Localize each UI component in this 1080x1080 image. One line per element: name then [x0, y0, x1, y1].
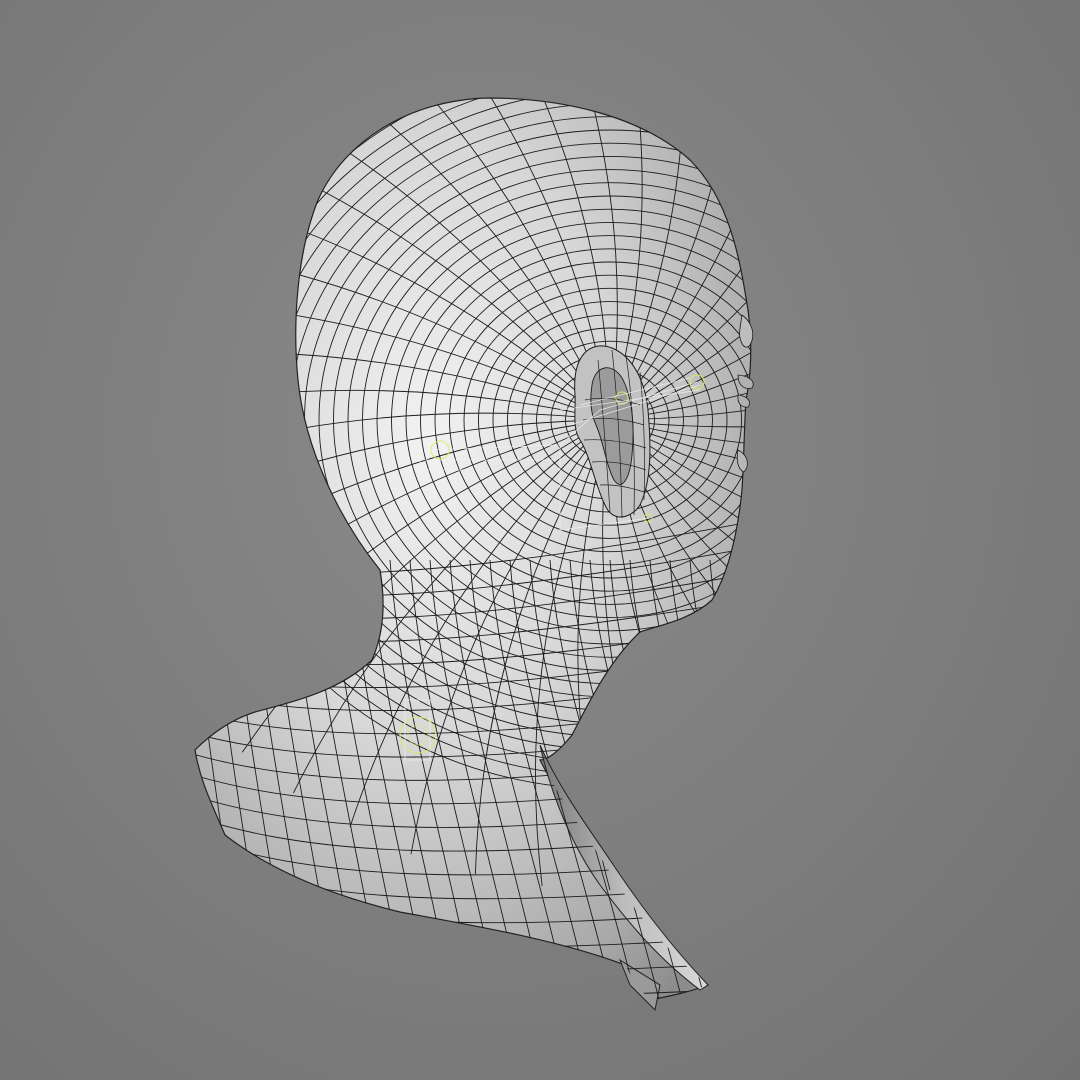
3d-viewport[interactable]	[0, 0, 1080, 1080]
head-mesh-model[interactable]	[0, 0, 1080, 1080]
